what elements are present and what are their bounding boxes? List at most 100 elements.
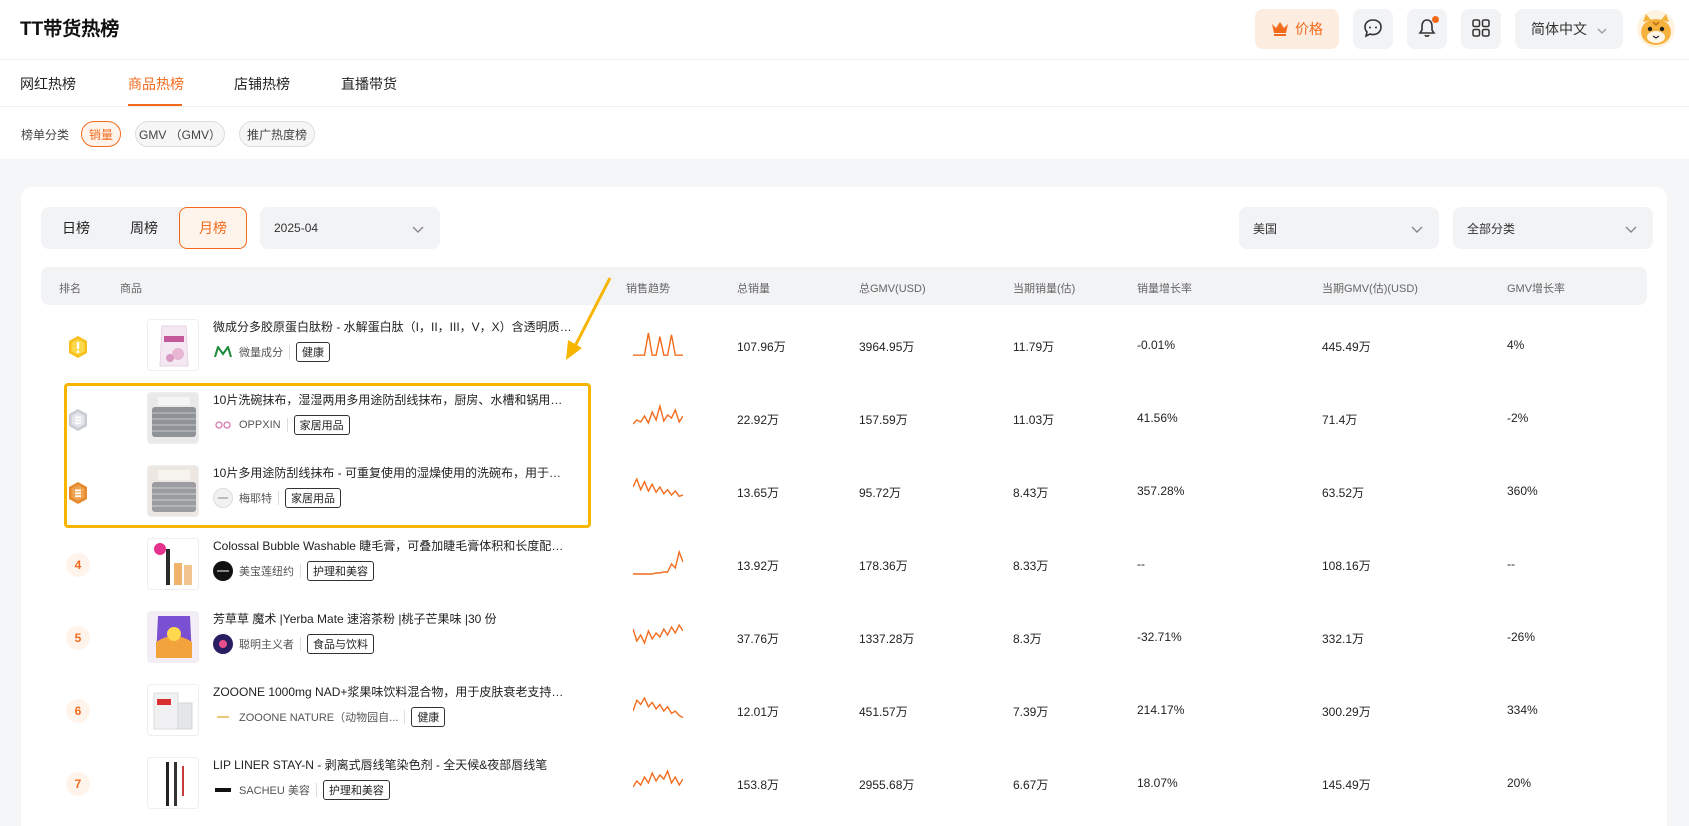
- divider: [289, 345, 290, 359]
- gmv-growth: 4%: [1507, 338, 1525, 352]
- sales-trend-sparkline: [633, 477, 683, 498]
- region-value: 美国: [1253, 221, 1278, 236]
- category-tag: 家居用品: [285, 488, 341, 508]
- divider: [404, 710, 406, 724]
- silver-medal-icon: [67, 408, 89, 432]
- product-meta: ZOOONE NATURE（动物园自... 健康: [213, 707, 446, 727]
- sales-trend-sparkline: [633, 623, 683, 645]
- period-gmv: 108.16万: [1322, 559, 1371, 573]
- period-gmv: 145.49万: [1322, 778, 1371, 792]
- language-label: 简体中文: [1531, 21, 1587, 37]
- product-image[interactable]: [147, 392, 199, 444]
- shop-name[interactable]: 聪明主义者: [239, 636, 294, 652]
- product-meta: 聪明主义者 食品与饮料: [213, 634, 374, 654]
- total-sales: 13.65万: [737, 486, 780, 500]
- product-image[interactable]: [147, 757, 199, 809]
- category-tag: 食品与饮料: [307, 634, 374, 654]
- crown-icon: [1271, 20, 1289, 39]
- tab-product-ranking[interactable]: 商品热榜: [128, 74, 184, 94]
- top-actions: 价格 简体中文: [1255, 5, 1675, 53]
- period-gmv: 300.29万: [1322, 705, 1371, 719]
- product-title[interactable]: 10片洗碗抹布，湿湿两用多用途防刮线抹布，厨房、水槽和锅用可重复使用的清洁布: [213, 391, 573, 408]
- product-title[interactable]: LIP LINER STAY-N - 剥离式唇线笔染色剂 - 全天候&夜部唇线笔: [213, 756, 573, 773]
- shop-name[interactable]: 梅耶特: [239, 490, 272, 506]
- product-title[interactable]: ZOOONE 1000mg NAD+浆果味饮料混合物，用于皮肤衰老支持、能量和细…: [213, 683, 573, 700]
- divider: [286, 418, 288, 432]
- month-value: 2025-04: [274, 221, 319, 235]
- total-gmv: 451.57万: [859, 705, 908, 719]
- arrow-annotation: [566, 277, 612, 360]
- shop-name[interactable]: OPPXIN: [239, 419, 281, 431]
- category-tag: 护理和美容: [322, 780, 390, 800]
- shop-logo: [213, 634, 233, 654]
- table-row[interactable]: 6 ZOOONE 1000mg NAD+浆果味饮料混合物，用于皮肤衰老支持、能量…: [41, 674, 1647, 747]
- product-image[interactable]: [147, 319, 199, 371]
- gold-medal-icon: [67, 335, 89, 359]
- sales-growth: 41.56%: [1137, 411, 1178, 425]
- product-title[interactable]: 10片多用途防刮线抹布 - 可重复使用的湿燥使用的洗碗布，用于水槽和锅具的清洁: [213, 464, 573, 481]
- product-title[interactable]: 芳草草 魔术 |Yerba Mate 速溶茶粉 |桃子芒果味 |30 份: [213, 610, 573, 627]
- region-select[interactable]: 美国: [1239, 207, 1439, 249]
- chip-sales[interactable]: 销量: [81, 121, 121, 147]
- main-tabs: 网红热榜 商品热榜 店铺热榜 直播带货: [0, 60, 1689, 107]
- period-daily[interactable]: 日榜: [41, 207, 111, 249]
- product-image[interactable]: [147, 538, 199, 590]
- filter-label: 榜单分类: [21, 128, 70, 142]
- product-title[interactable]: 微成分多胶原蛋白肽粉 - 水解蛋白肽（I，II，III，V，X）含透明质酸和维生…: [213, 318, 573, 335]
- product-image[interactable]: [147, 611, 199, 663]
- table-row[interactable]: 4 Colossal Bubble Washable 睫毛膏，可叠加睫毛膏体积和…: [41, 528, 1647, 601]
- shop-logo: [213, 415, 233, 435]
- period-toggle: 日榜 周榜 月榜: [41, 207, 247, 249]
- total-sales: 107.96万: [737, 340, 786, 354]
- chevron-down-icon: [1411, 223, 1423, 237]
- period-sales: 8.43万: [1013, 486, 1049, 500]
- product-meta: OPPXIN 家居用品: [213, 415, 350, 435]
- pricing-button[interactable]: 价格: [1255, 9, 1339, 49]
- notifications-button[interactable]: [1407, 9, 1447, 49]
- period-gmv: 445.49万: [1322, 340, 1371, 354]
- notification-dot: [1432, 16, 1439, 23]
- col-product: 商品: [120, 283, 142, 295]
- shop-name[interactable]: 微量成分: [239, 344, 283, 360]
- sales-growth: -32.71%: [1137, 630, 1182, 644]
- table-row[interactable]: 10片洗碗抹布，湿湿两用多用途防刮线抹布，厨房、水槽和锅用可重复使用的清洁布 O…: [41, 382, 1647, 455]
- table-row[interactable]: 微成分多胶原蛋白肽粉 - 水解蛋白肽（I，II，III，V，X）含透明质酸和维生…: [41, 309, 1647, 382]
- table-row[interactable]: 10片多用途防刮线抹布 - 可重复使用的湿燥使用的洗碗布，用于水槽和锅具的清洁 …: [41, 455, 1647, 528]
- period-weekly[interactable]: 周榜: [111, 207, 177, 249]
- gmv-growth: 360%: [1507, 484, 1538, 498]
- month-select[interactable]: 2025-04: [260, 207, 440, 249]
- top-bar: TT带货热榜 价格 简体中文: [0, 0, 1689, 60]
- product-image[interactable]: [147, 465, 199, 517]
- shop-logo: [213, 488, 233, 508]
- period-gmv: 332.1万: [1322, 632, 1365, 646]
- product-meta: 微量成分 健康: [213, 342, 330, 362]
- language-selector[interactable]: 简体中文: [1515, 9, 1623, 49]
- messages-button[interactable]: [1353, 9, 1393, 49]
- tab-influencer-ranking[interactable]: 网红热榜: [20, 74, 76, 94]
- tab-store-ranking[interactable]: 店铺热榜: [234, 74, 290, 94]
- apps-button[interactable]: [1461, 9, 1501, 49]
- period-monthly[interactable]: 月榜: [179, 207, 247, 249]
- chip-promotion-heat[interactable]: 推广热度榜: [239, 121, 315, 147]
- sparkline-path: [633, 332, 683, 356]
- avatar[interactable]: [1637, 10, 1675, 48]
- total-gmv: 3964.95万: [859, 340, 915, 354]
- table-row[interactable]: 7 LIP LINER STAY-N - 剥离式唇线笔染色剂 - 全天候&夜部唇…: [41, 747, 1647, 820]
- shop-name[interactable]: 美宝莲纽约: [239, 563, 294, 579]
- product-meta: 梅耶特 家居用品: [213, 488, 341, 508]
- table-row[interactable]: 5 芳草草 魔术 |Yerba Mate 速溶茶粉 |桃子芒果味 |30 份 聪…: [41, 601, 1647, 674]
- period-sales: 8.33万: [1013, 559, 1049, 573]
- sales-growth: -0.01%: [1137, 338, 1176, 352]
- category-select[interactable]: 全部分类: [1453, 207, 1653, 249]
- shop-name[interactable]: SACHEU 美容: [239, 782, 310, 798]
- grid-icon: [1472, 18, 1490, 40]
- col-total-gmv: 总GMV(USD): [859, 283, 926, 295]
- total-sales: 22.92万: [737, 413, 780, 427]
- product-image[interactable]: [147, 684, 199, 736]
- shop-name[interactable]: ZOOONE NATURE（动物园自...: [239, 709, 398, 725]
- chip-gmv[interactable]: GMV （GMV）: [135, 121, 225, 147]
- rank-number: 5: [66, 626, 90, 650]
- tab-live-selling[interactable]: 直播带货: [341, 74, 397, 94]
- product-title[interactable]: Colossal Bubble Washable 睫毛膏，可叠加睫毛膏体积和长度…: [213, 537, 573, 554]
- app-title: TT带货热榜: [20, 19, 120, 40]
